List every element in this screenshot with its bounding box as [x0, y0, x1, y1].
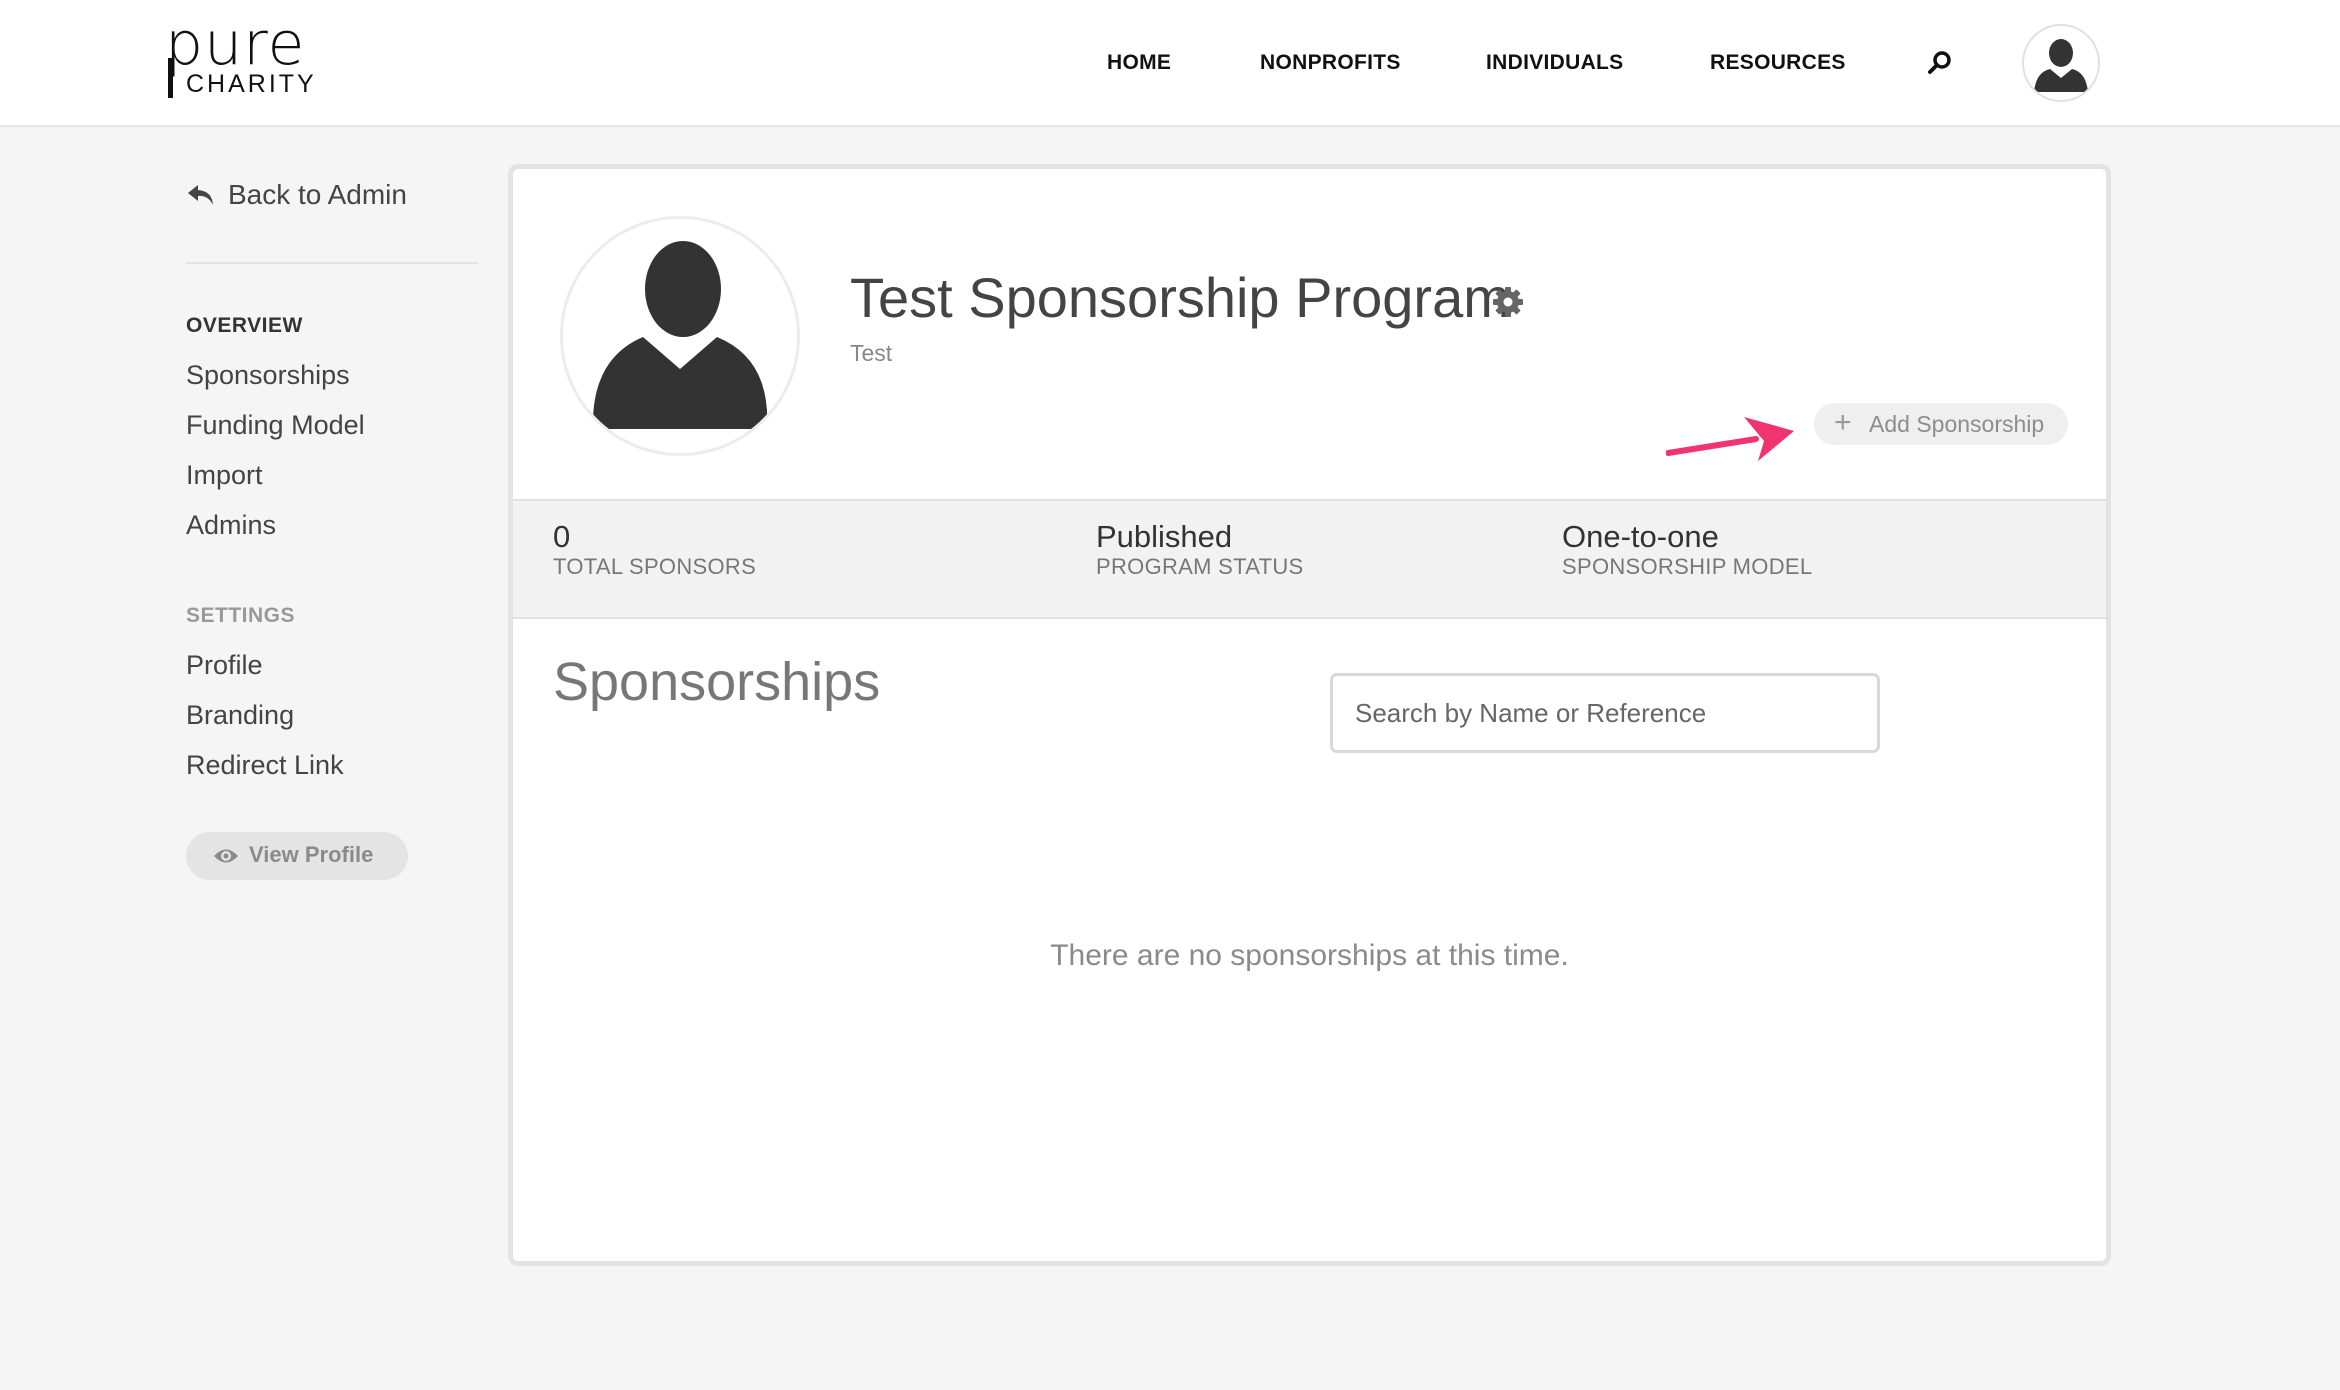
annotation-arrow-icon	[1665, 409, 1798, 465]
view-profile-label: View Profile	[249, 842, 374, 867]
stat-label: PROGRAM STATUS	[1096, 554, 1304, 579]
stat-sponsorship-model: One-to-one SPONSORSHIP MODEL	[1562, 519, 1812, 579]
sidebar-item-redirect-link[interactable]: Redirect Link	[186, 750, 344, 781]
nav-home[interactable]: HOME	[1107, 50, 1171, 76]
empty-state-message: There are no sponsorships at this time.	[1050, 939, 1569, 972]
nav-individuals[interactable]: INDIVIDUALS	[1486, 50, 1623, 76]
sponsorships-heading: Sponsorships	[553, 652, 881, 712]
gear-icon[interactable]	[1491, 285, 1525, 319]
eye-icon	[213, 845, 239, 872]
stat-label: TOTAL SPONSORS	[553, 554, 757, 579]
back-arrow-icon	[186, 180, 216, 215]
program-title: Test Sponsorship Program	[850, 266, 1510, 329]
logo-word-pure: pure	[165, 9, 306, 79]
logo-bar	[168, 58, 173, 98]
sidebar-heading-settings: SETTINGS	[186, 604, 296, 627]
stat-program-status: Published PROGRAM STATUS	[1096, 519, 1304, 579]
program-subtitle: Test	[850, 340, 893, 366]
stat-value: 0	[553, 519, 571, 554]
stat-value: One-to-one	[1562, 519, 1719, 554]
add-sponsorship-label: Add Sponsorship	[1869, 411, 2045, 437]
sidebar-item-profile[interactable]: Profile	[186, 650, 263, 681]
sidebar-item-sponsorships[interactable]: Sponsorships	[186, 360, 350, 391]
nav-resources[interactable]: RESOURCES	[1710, 50, 1846, 76]
plus-icon: +	[1834, 406, 1852, 439]
program-card: Test Sponsorship Program Test + Add Spon…	[508, 164, 2111, 1266]
top-navigation-bar: pure CHARITY HOME NONPROFITS INDIVIDUALS…	[0, 0, 2340, 127]
sidebar-heading-overview: OVERVIEW	[186, 314, 303, 337]
search-icon[interactable]	[1925, 48, 1955, 78]
back-to-admin-label: Back to Admin	[228, 179, 407, 210]
user-avatar-icon[interactable]	[2022, 24, 2100, 102]
nav-nonprofits[interactable]: NONPROFITS	[1260, 50, 1401, 76]
sidebar-item-branding[interactable]: Branding	[186, 700, 294, 731]
stat-value: Published	[1096, 519, 1233, 554]
sponsorship-search-input[interactable]	[1330, 673, 1880, 753]
sidebar-item-admins[interactable]: Admins	[186, 510, 276, 541]
view-profile-button[interactable]: View Profile	[186, 832, 408, 880]
program-stats-bar: 0 TOTAL SPONSORS Published PROGRAM STATU…	[513, 499, 2106, 619]
logo-word-charity: CHARITY	[186, 70, 317, 98]
stat-total-sponsors: 0 TOTAL SPONSORS	[553, 519, 756, 579]
program-avatar-icon	[560, 216, 800, 456]
add-sponsorship-button[interactable]: + Add Sponsorship	[1814, 403, 2068, 445]
sidebar-item-funding-model[interactable]: Funding Model	[186, 410, 365, 441]
sidebar-divider	[186, 262, 478, 264]
stat-label: SPONSORSHIP MODEL	[1562, 554, 1813, 579]
pure-charity-logo[interactable]: pure CHARITY	[165, 14, 317, 103]
sidebar-item-import[interactable]: Import	[186, 460, 263, 491]
